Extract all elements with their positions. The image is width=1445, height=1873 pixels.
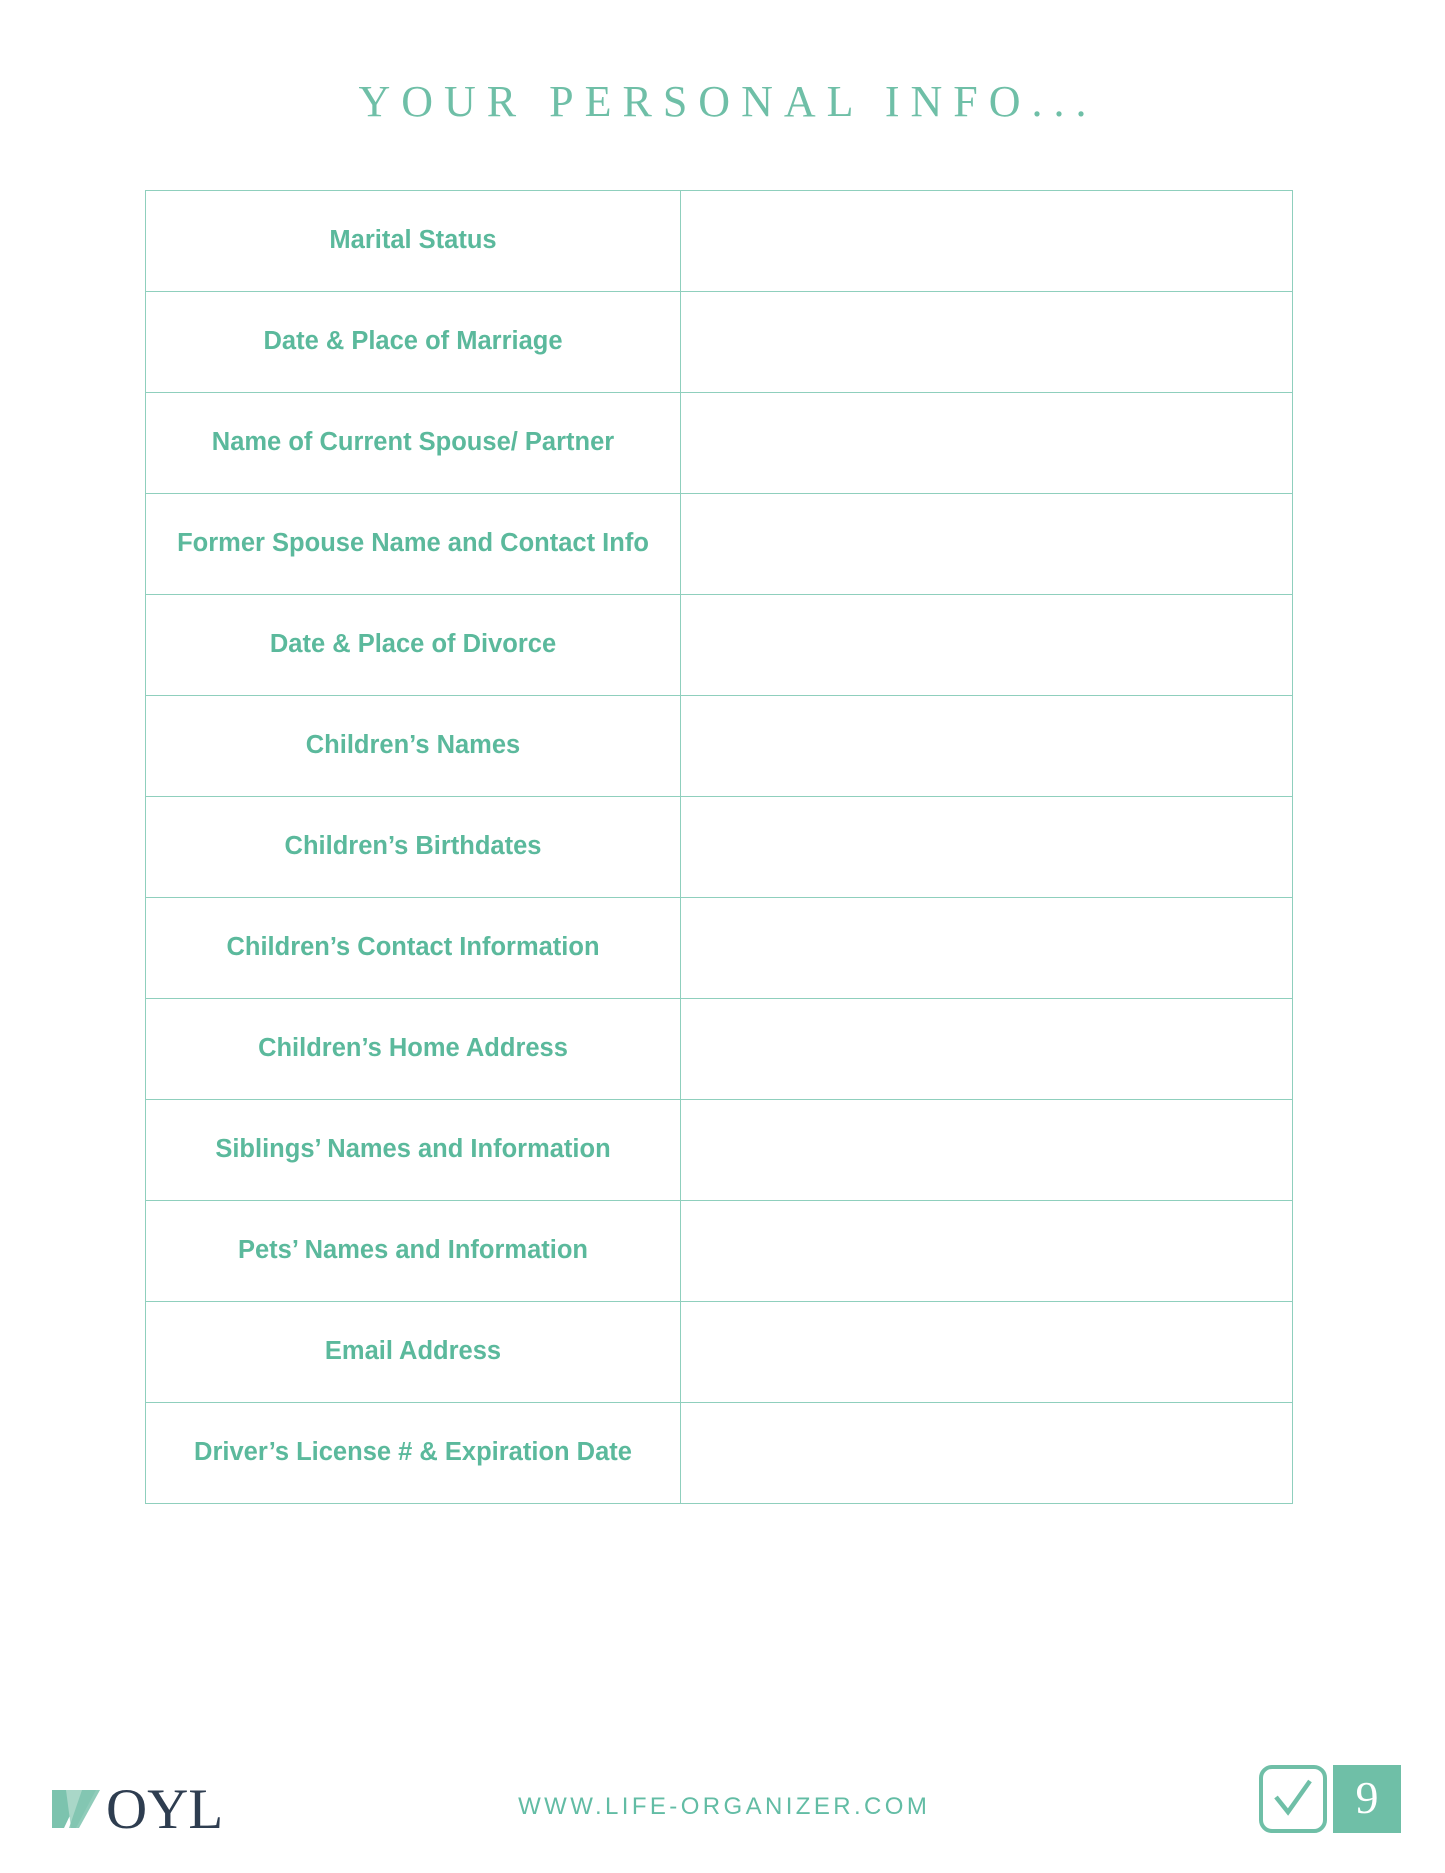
- row-value-childrens-birthdates[interactable]: [680, 796, 1293, 898]
- check-icon: [1274, 1779, 1312, 1816]
- table-row: Children’s Contact Information: [145, 897, 1293, 999]
- row-value-siblings-names-and-information[interactable]: [680, 1099, 1293, 1201]
- row-label-date-place-of-marriage: Date & Place of Marriage: [145, 291, 681, 393]
- row-label-email-address: Email Address: [145, 1301, 681, 1403]
- page-number-badge: 9: [1259, 1761, 1401, 1837]
- row-value-name-of-current-spouse-partner[interactable]: [680, 392, 1293, 494]
- table-row: Driver’s License # & Expiration Date: [145, 1402, 1293, 1504]
- table-row: Children’s Names: [145, 695, 1293, 797]
- row-label-drivers-license-expiration-date: Driver’s License # & Expiration Date: [145, 1402, 681, 1504]
- checkmark-box-icon[interactable]: [1259, 1765, 1327, 1833]
- row-value-childrens-contact-information[interactable]: [680, 897, 1293, 999]
- row-value-former-spouse-name-and-contact-info[interactable]: [680, 493, 1293, 595]
- row-value-drivers-license-expiration-date[interactable]: [680, 1402, 1293, 1504]
- table-row: Name of Current Spouse/ Partner: [145, 392, 1293, 494]
- row-value-marital-status[interactable]: [680, 190, 1293, 292]
- row-label-name-of-current-spouse-partner: Name of Current Spouse/ Partner: [145, 392, 681, 494]
- table-row: Email Address: [145, 1301, 1293, 1403]
- table-row: Former Spouse Name and Contact Info: [145, 493, 1293, 595]
- row-value-childrens-home-address[interactable]: [680, 998, 1293, 1100]
- row-value-childrens-names[interactable]: [680, 695, 1293, 797]
- page-root: YOUR PERSONAL INFO... Marital Status Dat…: [0, 0, 1445, 1873]
- table-row: Children’s Birthdates: [145, 796, 1293, 898]
- row-label-childrens-birthdates: Children’s Birthdates: [145, 796, 681, 898]
- row-label-pets-names-and-information: Pets’ Names and Information: [145, 1200, 681, 1302]
- table-row: Date & Place of Divorce: [145, 594, 1293, 696]
- row-value-pets-names-and-information[interactable]: [680, 1200, 1293, 1302]
- table-row: Marital Status: [145, 190, 1293, 292]
- table-row: Children’s Home Address: [145, 998, 1293, 1100]
- page-title: YOUR PERSONAL INFO...: [358, 77, 1098, 126]
- row-label-date-place-of-divorce: Date & Place of Divorce: [145, 594, 681, 696]
- row-value-email-address[interactable]: [680, 1301, 1293, 1403]
- page-number-box: 9: [1333, 1765, 1401, 1833]
- page-footer: OYL WWW.LIFE-ORGANIZER.COM 9: [0, 1713, 1445, 1873]
- row-label-siblings-names-and-information: Siblings’ Names and Information: [145, 1099, 681, 1201]
- row-label-childrens-contact-information: Children’s Contact Information: [145, 897, 681, 999]
- table-row: Pets’ Names and Information: [145, 1200, 1293, 1302]
- row-label-marital-status: Marital Status: [145, 190, 681, 292]
- personal-info-table: Marital Status Date & Place of Marriage …: [145, 190, 1293, 1504]
- table-row: Siblings’ Names and Information: [145, 1099, 1293, 1201]
- website-url[interactable]: WWW.LIFE-ORGANIZER.COM: [0, 1793, 1445, 1821]
- row-value-date-place-of-marriage[interactable]: [680, 291, 1293, 393]
- row-label-childrens-home-address: Children’s Home Address: [145, 998, 681, 1100]
- row-label-former-spouse-name-and-contact-info: Former Spouse Name and Contact Info: [145, 493, 681, 595]
- row-value-date-place-of-divorce[interactable]: [680, 594, 1293, 696]
- table-row: Date & Place of Marriage: [145, 291, 1293, 393]
- page-number: 9: [1355, 1771, 1379, 1823]
- table-body: Marital Status Date & Place of Marriage …: [145, 190, 1293, 1504]
- row-label-childrens-names: Children’s Names: [145, 695, 681, 797]
